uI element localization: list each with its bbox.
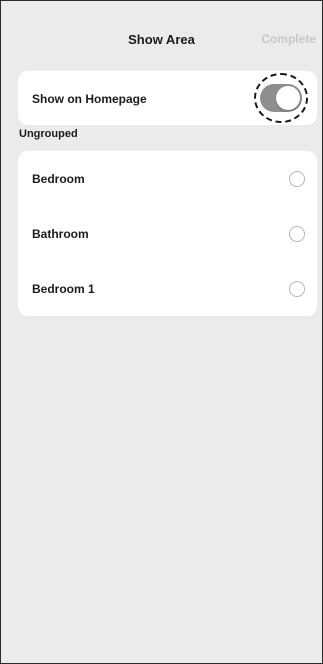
- show-on-homepage-toggle[interactable]: [260, 84, 302, 112]
- room-label: Bathroom: [32, 227, 89, 241]
- rooms-list: Bedroom Bathroom Bedroom 1: [18, 151, 317, 316]
- room-label: Bedroom 1: [32, 282, 95, 296]
- show-on-homepage-label: Show on Homepage: [32, 92, 147, 106]
- radio-button[interactable]: [289, 226, 305, 242]
- header: Show Area Complete: [1, 1, 322, 81]
- list-item-room[interactable]: Bedroom: [18, 151, 317, 206]
- toggle-knob: [276, 86, 300, 110]
- radio-button[interactable]: [289, 281, 305, 297]
- complete-button[interactable]: Complete: [261, 32, 316, 46]
- radio-button[interactable]: [289, 171, 305, 187]
- phone-screen: Show Area Complete Show on Homepage Ungr…: [0, 0, 323, 664]
- list-item-room[interactable]: Bedroom 1: [18, 261, 317, 316]
- list-item-room[interactable]: Bathroom: [18, 206, 317, 261]
- section-label-ungrouped: Ungrouped: [19, 128, 78, 140]
- room-label: Bedroom: [32, 172, 85, 186]
